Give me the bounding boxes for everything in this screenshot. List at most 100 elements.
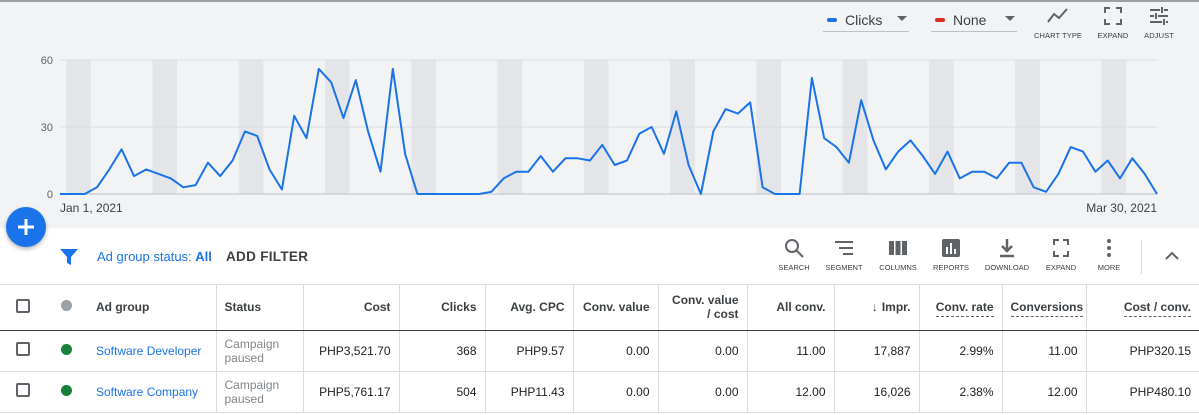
ad-group-cell: Software Company <box>88 371 217 413</box>
row-select-cell <box>0 371 45 413</box>
header-all-conv[interactable]: All conv. <box>747 285 835 331</box>
y-tick-label: 30 <box>41 122 53 134</box>
plus-icon <box>18 219 34 235</box>
chevron-up-icon[interactable] <box>1164 248 1180 264</box>
conv-value-cost-cell: 0.00 <box>658 330 748 372</box>
table-header-row: Ad group Status Cost Clicks Avg. CPC Con… <box>0 285 1199 331</box>
download-button[interactable]: DOWNLOAD <box>980 238 1034 272</box>
row-select-cell <box>0 330 45 372</box>
primary-metric-label: Clicks <box>845 11 883 28</box>
chevron-down-icon <box>1005 16 1015 21</box>
conv-rate-cell: 2.38% <box>919 371 1003 413</box>
more-label: MORE <box>1097 263 1121 272</box>
performance-chart-panel: 0 30 60 Jan 1, 2021 Mar 30, 2021 Clicks None… <box>0 0 1199 228</box>
columns-icon <box>889 241 907 255</box>
status-dot-icon <box>61 300 72 312</box>
header-conversions[interactable]: Conversions <box>1002 285 1087 331</box>
columns-label: COLUMNS <box>879 263 917 272</box>
segment-icon <box>835 241 853 255</box>
header-status[interactable]: Status <box>216 285 304 331</box>
clicks-line-chart: 0 30 60 Jan 1, 2021 Mar 30, 2021 <box>41 55 1158 215</box>
impr-cell: 17,887 <box>834 330 920 372</box>
ad-group-status-filter[interactable]: Ad group status: All <box>97 249 212 264</box>
columns-button[interactable]: COLUMNS <box>871 238 925 272</box>
header-clicks[interactable]: Clicks <box>399 285 486 331</box>
y-tick-label: 0 <box>47 189 53 201</box>
header-cost-conv[interactable]: Cost / conv. <box>1086 285 1199 331</box>
add-filter-button[interactable]: ADD FILTER <box>226 249 308 264</box>
header-conv-rate[interactable]: Conv. rate <box>919 285 1003 331</box>
conv-rate-cell: 2.99% <box>919 330 1003 372</box>
table-expand-label: EXPAND <box>1045 263 1077 272</box>
all-conv-cell: 11.00 <box>747 330 835 372</box>
expand-icon <box>1053 239 1069 257</box>
filter-icon[interactable] <box>60 249 78 265</box>
conversions-cell: 12.00 <box>1002 371 1087 413</box>
header-ad-group[interactable]: Ad group <box>88 285 217 331</box>
cost-conv-cell: PHP480.10 <box>1086 371 1199 413</box>
table-expand-button[interactable]: EXPAND <box>1034 238 1088 272</box>
chart-type-button[interactable]: CHART TYPE <box>1028 7 1088 40</box>
select-all-checkbox[interactable] <box>15 298 30 313</box>
secondary-metric-dropdown[interactable]: None <box>931 8 1017 32</box>
chart-adjust-label: ADJUST <box>1144 31 1174 40</box>
x-start-label: Jan 1, 2021 <box>60 201 123 215</box>
more-vert-icon <box>1107 239 1111 257</box>
status-text: Campaign paused <box>224 377 280 406</box>
header-impr[interactable]: ↓ Impr. <box>834 285 920 331</box>
clicks-cell: 504 <box>399 371 486 413</box>
all-conv-cell: 12.00 <box>747 371 835 413</box>
select-all-cell <box>0 285 45 331</box>
header-avg-cpc[interactable]: Avg. CPC <box>485 285 574 331</box>
expand-icon <box>1104 7 1122 25</box>
secondary-series-color-swatch <box>935 17 945 22</box>
x-end-label: Mar 30, 2021 <box>1086 201 1157 215</box>
status-cell: Campaign paused <box>216 371 304 413</box>
avg-cpc-cell: PHP11.43 <box>485 371 574 413</box>
header-conversions-label: Conversions <box>1010 300 1084 318</box>
chevron-down-icon <box>897 16 907 21</box>
search-label: SEARCH <box>778 263 810 272</box>
toolbar-divider <box>1141 240 1142 274</box>
ad-group-cell: Software Developer <box>88 330 217 372</box>
table-row: Software Company Campaign paused PHP5,76… <box>0 371 1199 413</box>
table-toolbar: Ad group status: All ADD FILTER SEARCH S… <box>0 228 1199 285</box>
ad-group-link[interactable]: Software Company <box>96 385 208 399</box>
chart-adjust-button[interactable]: ADJUST <box>1129 7 1189 40</box>
line-chart-icon <box>1047 8 1068 23</box>
clicks-cell: 368 <box>399 330 486 372</box>
avg-cpc-cell: PHP9.57 <box>485 330 574 372</box>
ad-groups-table: Ad group Status Cost Clicks Avg. CPC Con… <box>0 285 1199 413</box>
add-button[interactable] <box>6 207 46 247</box>
cost-cell: PHP5,761.17 <box>303 371 400 413</box>
reports-icon <box>942 239 960 257</box>
header-conv-value[interactable]: Conv. value <box>573 285 659 331</box>
search-icon <box>785 239 804 258</box>
impr-cell: 16,026 <box>834 371 920 413</box>
cost-cell: PHP3,521.70 <box>303 330 400 372</box>
download-label: DOWNLOAD <box>984 263 1030 272</box>
tune-icon <box>1150 7 1168 25</box>
status-enabled-dot-icon <box>61 343 72 355</box>
arrow-down-icon: ↓ <box>871 300 878 315</box>
conversions-cell: 11.00 <box>1002 330 1087 372</box>
header-conv-value-cost[interactable]: Conv. value / cost <box>658 285 748 331</box>
more-button[interactable]: MORE <box>1082 238 1136 272</box>
ad-group-link[interactable]: Software Developer <box>96 344 208 358</box>
conv-value-cost-cell: 0.00 <box>658 371 748 413</box>
row-checkbox[interactable] <box>15 383 30 397</box>
search-button[interactable]: SEARCH <box>767 238 821 272</box>
header-cost-conv-label: Cost / conv. <box>1123 300 1191 318</box>
segment-button[interactable]: SEGMENT <box>817 238 871 272</box>
row-checkbox[interactable] <box>15 342 30 356</box>
reports-button[interactable]: REPORTS <box>924 238 978 272</box>
primary-metric-dropdown[interactable]: Clicks <box>823 8 909 32</box>
secondary-metric-label: None <box>953 11 987 28</box>
cost-conv-cell: PHP320.15 <box>1086 330 1199 372</box>
conv-value-cell: 0.00 <box>573 330 659 372</box>
table-row: Software Developer Campaign paused PHP3,… <box>0 330 1199 372</box>
header-impr-label: Impr. <box>881 300 911 315</box>
header-conv-rate-label: Conv. rate <box>935 300 994 318</box>
header-cost[interactable]: Cost <box>303 285 400 331</box>
reports-label: REPORTS <box>932 263 970 272</box>
